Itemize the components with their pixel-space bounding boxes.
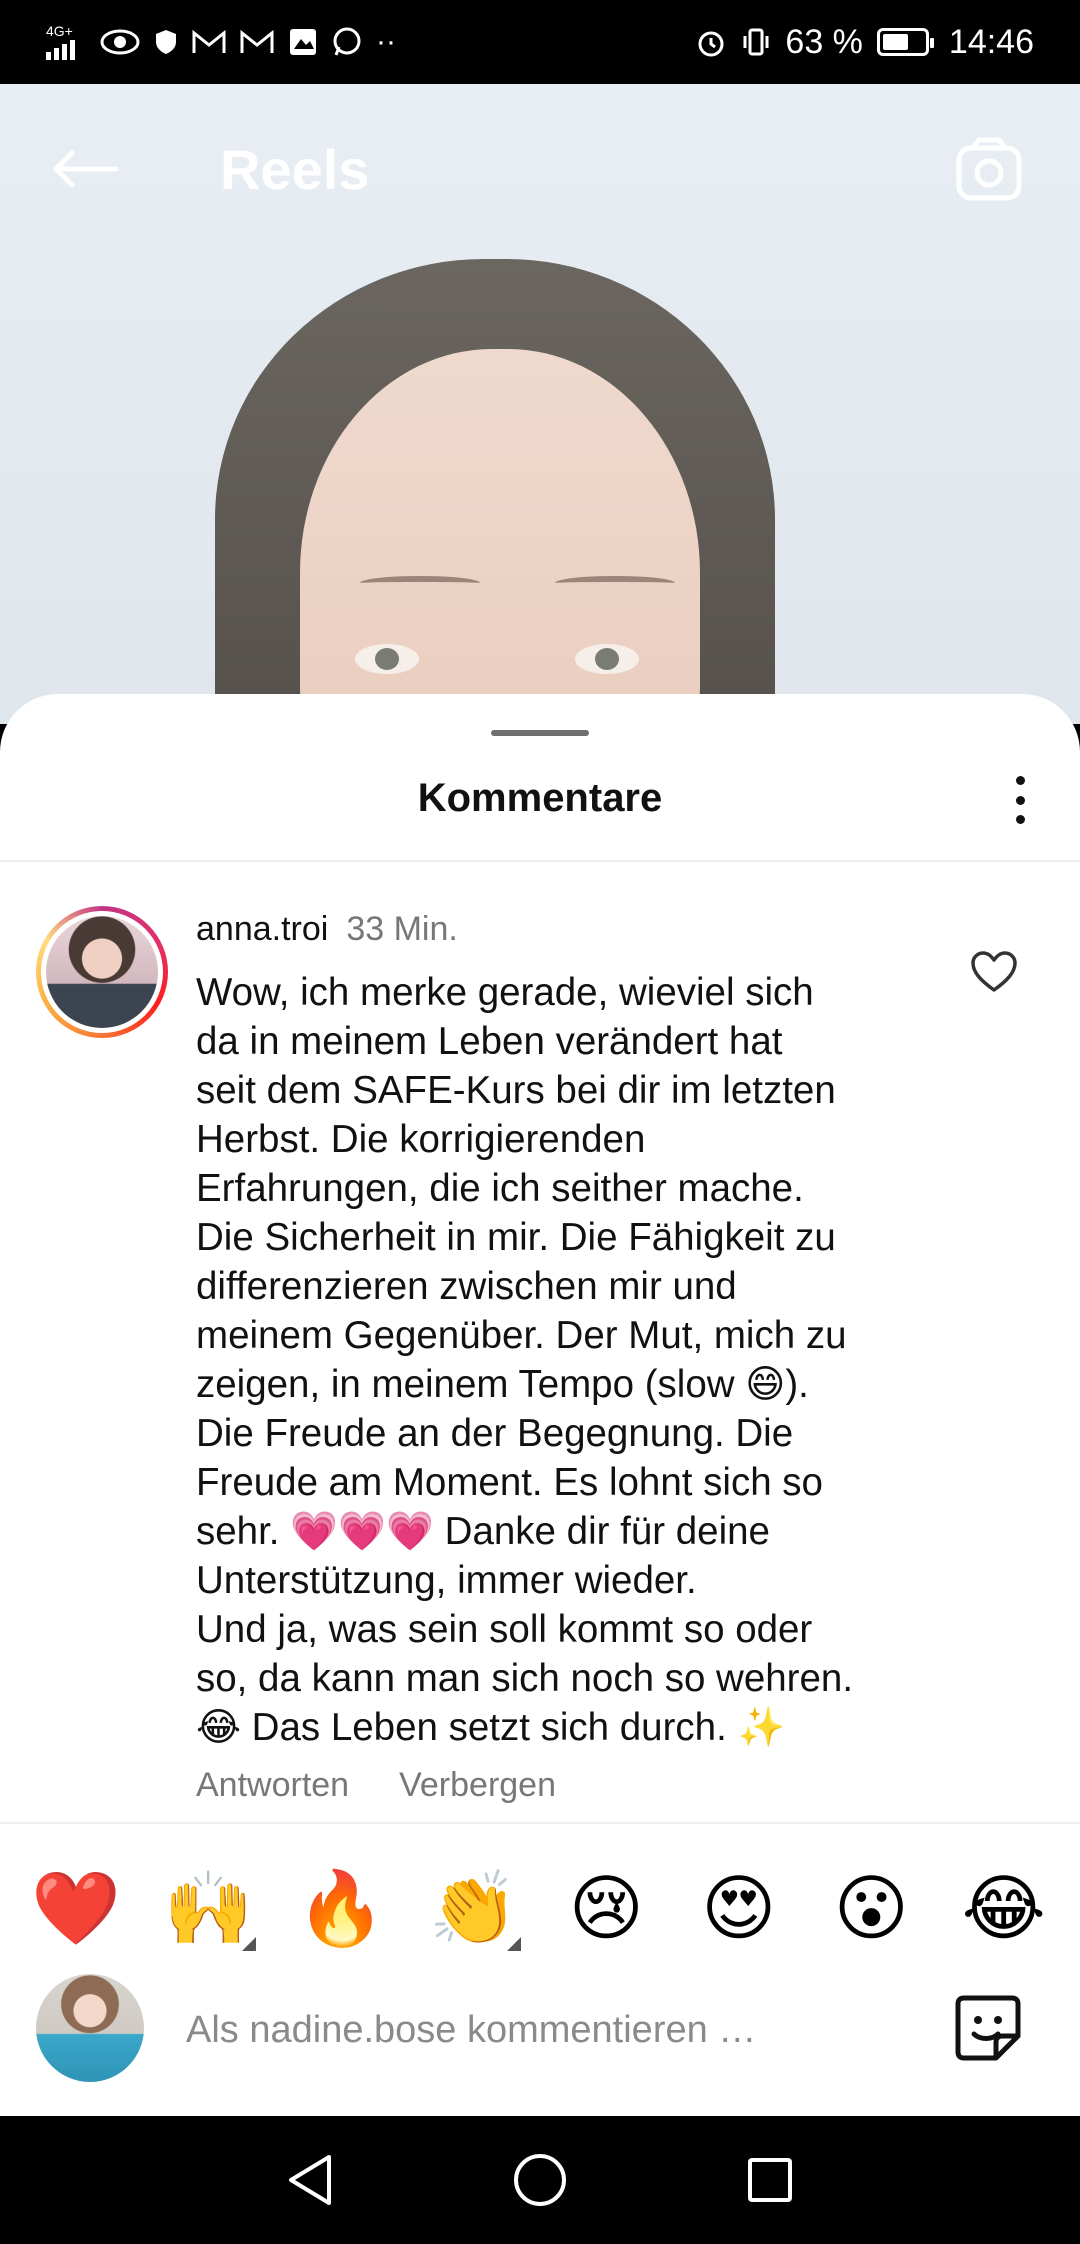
reaction-glyph: 😢 xyxy=(568,1869,644,1949)
nav-recents-button[interactable] xyxy=(735,2145,805,2215)
sheet-title: Kommentare xyxy=(417,776,663,820)
signal-icon: 4G+ xyxy=(46,24,86,60)
whatsapp-icon xyxy=(332,27,362,57)
comment-text: Wow, ich merke gerade, wieviel sich da i… xyxy=(196,971,854,1749)
reaction-laugh[interactable]: 😂 xyxy=(949,1873,1059,1945)
reaction-glyph: 😂 xyxy=(961,1869,1046,1949)
skin-tone-indicator xyxy=(506,1937,521,1951)
reaction-raised-hands[interactable]: 🙌 xyxy=(154,1873,264,1951)
heart-outline-icon xyxy=(971,951,1017,992)
comment-meta: anna.troi 33 Min. xyxy=(196,910,458,949)
video-subject-brow xyxy=(555,576,675,590)
network-type-label: 4G+ xyxy=(46,23,73,39)
skin-tone-indicator xyxy=(241,1937,256,1951)
sticker-button[interactable] xyxy=(946,1986,1030,2070)
reaction-glyph: 👏 xyxy=(428,1869,519,1949)
battery-icon xyxy=(876,28,934,56)
comment-username[interactable]: anna.troi xyxy=(196,910,328,948)
status-bar: 4G+ ·· 63 % 14:46 xyxy=(0,0,1080,84)
reaction-glyph: 🔥 xyxy=(296,1869,387,1949)
divider xyxy=(0,1822,1080,1824)
nav-back-button[interactable] xyxy=(275,2145,345,2215)
camera-button[interactable] xyxy=(950,129,1030,209)
more-dots-icon: ·· xyxy=(376,25,396,58)
reaction-clap[interactable]: 👏 xyxy=(419,1873,529,1951)
reply-button[interactable]: Antworten xyxy=(196,1766,349,1805)
more-dot xyxy=(1015,776,1025,785)
battery-percent: 63 % xyxy=(785,22,863,61)
divider xyxy=(0,860,1080,862)
more-dot xyxy=(1015,795,1025,805)
reaction-surprised[interactable]: 😮 xyxy=(816,1873,926,1945)
reaction-glyph: 😮 xyxy=(833,1869,909,1949)
current-user-avatar xyxy=(36,1974,144,2082)
commenter-avatar[interactable] xyxy=(36,906,168,1038)
comment-composer xyxy=(0,1974,1080,2116)
avatar-image xyxy=(46,916,158,1028)
clock: 14:46 xyxy=(948,22,1034,61)
camera-icon xyxy=(956,137,1022,201)
avatar-inner xyxy=(41,911,163,1033)
system-nav-bar xyxy=(0,2116,1080,2244)
reaction-glyph: 😍 xyxy=(701,1869,777,1949)
vibrate-icon xyxy=(741,27,771,57)
reels-header: Reels xyxy=(0,84,1080,254)
battery-level xyxy=(882,34,909,50)
triangle-back-icon xyxy=(289,2155,331,2205)
more-options-button[interactable] xyxy=(1000,772,1040,828)
hide-button[interactable]: Verbergen xyxy=(399,1766,556,1805)
reaction-heart[interactable]: ❤️ xyxy=(21,1873,131,1945)
sheet-drag-handle[interactable] xyxy=(491,730,589,736)
eye-icon xyxy=(100,28,140,56)
comment-time: 33 Min. xyxy=(346,910,458,948)
sticker-icon xyxy=(955,1995,1021,2061)
comment-actions: Antworten Verbergen xyxy=(196,1766,556,1805)
gmail-icon xyxy=(192,29,226,55)
status-bar-right: 63 % 14:46 xyxy=(695,23,1034,62)
reaction-fire[interactable]: 🔥 xyxy=(286,1873,396,1945)
comment-input[interactable] xyxy=(186,2002,886,2058)
reaction-heart-eyes[interactable]: 😍 xyxy=(684,1873,794,1945)
gallery-icon xyxy=(288,27,318,57)
more-dot xyxy=(1015,815,1025,824)
like-comment-button[interactable] xyxy=(968,946,1020,998)
video-subject-brow xyxy=(360,576,480,590)
reaction-glyph: 🙌 xyxy=(163,1869,254,1949)
page-title: Reels xyxy=(220,137,370,201)
nav-home-button[interactable] xyxy=(505,2145,575,2215)
status-bar-left: 4G+ ·· xyxy=(46,24,396,60)
quick-reactions: ❤️ 🙌 🔥 👏 😢 😍 😮 😂 xyxy=(0,1854,1080,1964)
video-subject-eye xyxy=(355,644,419,674)
shield-icon xyxy=(154,28,178,56)
arrow-left-icon xyxy=(53,150,119,188)
alarm-icon xyxy=(695,26,727,58)
reaction-glyph: ❤️ xyxy=(31,1869,122,1949)
circle-home-icon xyxy=(514,2154,566,2206)
reaction-cry[interactable]: 😢 xyxy=(551,1873,661,1945)
back-button[interactable] xyxy=(50,134,120,204)
comments-sheet: Kommentare anna.troi 33 Min. Wow, ich mer… xyxy=(0,694,1080,2116)
square-recents-icon xyxy=(748,2158,792,2202)
video-subject-eye xyxy=(575,644,639,674)
gmail-icon xyxy=(240,29,274,55)
